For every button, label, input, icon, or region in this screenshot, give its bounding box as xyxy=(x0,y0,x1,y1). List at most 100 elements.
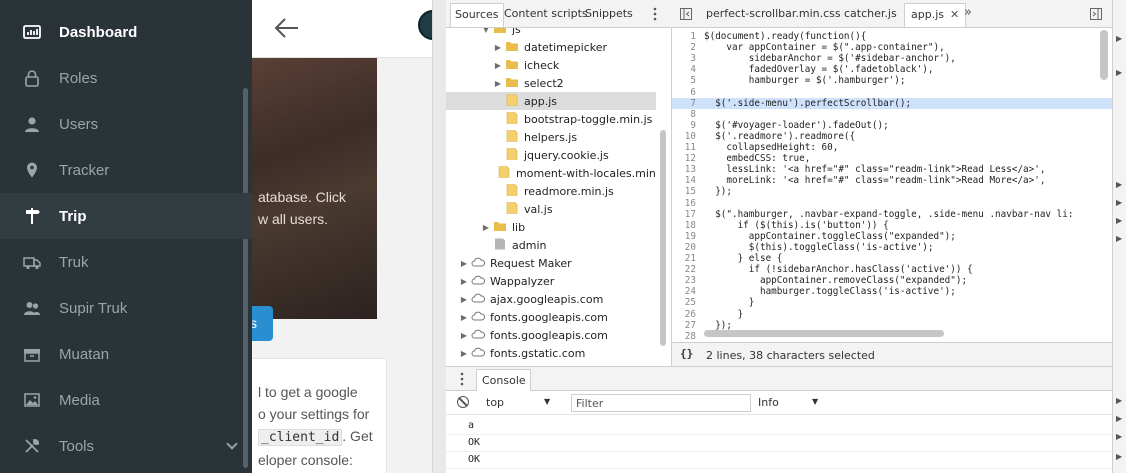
sidebar-item-media[interactable]: Media xyxy=(0,377,252,423)
code-line[interactable]: 9 $('#voyager-loader').fadeOut(); xyxy=(672,120,1112,131)
more-options-icon[interactable] xyxy=(653,7,657,21)
tree-item-folder[interactable]: ▶ lib xyxy=(446,218,656,236)
code-line[interactable]: 1 $(document).ready(function(){ xyxy=(672,31,1112,42)
tree-item-file[interactable]: jquery.cookie.js xyxy=(446,146,656,164)
sidebar-item-tools[interactable]: Tools xyxy=(0,423,252,469)
code-line[interactable]: 5 hamburger = $('.hamburger'); xyxy=(672,75,1112,86)
tree-item-domain[interactable]: ▶ fonts.gstatic.com xyxy=(446,344,656,362)
line-number[interactable]: 2 xyxy=(672,42,696,53)
sidebar-item-tracker[interactable]: Tracker xyxy=(0,147,252,193)
drawer-menu-icon[interactable] xyxy=(460,372,464,386)
line-number[interactable]: 10 xyxy=(672,131,696,142)
expand-arrow-icon[interactable]: ▶ xyxy=(1116,396,1122,405)
code-vertical-scrollbar[interactable] xyxy=(1100,30,1108,80)
tree-item-file[interactable]: bootstrap-toggle.min.js xyxy=(446,110,656,128)
expanded-arrow-icon[interactable]: ▼ xyxy=(482,28,490,34)
expand-arrow-icon[interactable]: ▶ xyxy=(1116,68,1122,77)
code-line[interactable]: 11 collapsedHeight: 60, xyxy=(672,142,1112,153)
avatar[interactable] xyxy=(418,10,432,40)
sidebar-item-roles[interactable]: Roles xyxy=(0,55,252,101)
line-number[interactable]: 12 xyxy=(672,153,696,164)
tree-item-file[interactable]: app.js xyxy=(446,92,656,110)
code-line[interactable]: 24 hamburger.toggleClass('is-active'); xyxy=(672,286,1112,297)
code-line[interactable]: 18 if ($(this).is('button')) { xyxy=(672,220,1112,231)
code-horizontal-scrollbar[interactable] xyxy=(704,330,944,337)
sidebar-item-truk[interactable]: Truk xyxy=(0,239,252,285)
expand-arrow-icon[interactable]: ▶ xyxy=(1116,452,1122,461)
collapsed-arrow-icon[interactable]: ▶ xyxy=(460,349,468,358)
collapsed-arrow-icon[interactable]: ▶ xyxy=(460,313,468,322)
caret-down-icon[interactable]: ▼ xyxy=(812,397,818,406)
context-select[interactable]: top xyxy=(486,396,504,409)
collapsed-arrow-icon[interactable]: ▶ xyxy=(482,223,490,232)
line-number[interactable]: 20 xyxy=(672,242,696,253)
tab-content-scripts[interactable]: Content scripts xyxy=(504,7,588,20)
line-number[interactable]: 24 xyxy=(672,286,696,297)
code-line[interactable]: 17 $(".hamburger, .navbar-expand-toggle,… xyxy=(672,209,1112,220)
back-arrow-icon[interactable] xyxy=(274,16,300,40)
tab-sources[interactable]: Sources xyxy=(450,3,504,27)
code-line[interactable]: 7 $('.side-menu').perfectScrollbar(); xyxy=(672,97,1112,109)
code-line[interactable]: 3 sidebarAnchor = $('#sidebar-anchor'), xyxy=(672,53,1112,64)
expand-arrow-icon[interactable]: ▶ xyxy=(1116,216,1122,225)
code-line[interactable]: 14 moreLink: '<a href="#" class="readm-l… xyxy=(672,175,1112,186)
line-number[interactable]: 16 xyxy=(672,198,696,209)
line-number[interactable]: 23 xyxy=(672,275,696,286)
expand-arrow-icon[interactable]: ▶ xyxy=(1116,432,1122,441)
line-number[interactable]: 5 xyxy=(672,75,696,86)
line-number[interactable]: 6 xyxy=(672,87,696,98)
tree-item-domain[interactable]: ▶ fonts.googleapis.com xyxy=(446,308,656,326)
hero-button[interactable]: s xyxy=(252,306,273,341)
line-number[interactable]: 21 xyxy=(672,253,696,264)
collapsed-arrow-icon[interactable]: ▶ xyxy=(494,79,502,88)
line-number[interactable]: 7 xyxy=(672,98,696,109)
tree-item-file[interactable]: admin xyxy=(446,236,656,254)
line-number[interactable]: 17 xyxy=(672,209,696,220)
tab-snippets[interactable]: Snippets xyxy=(585,7,633,20)
sidebar-item-trip[interactable]: Trip xyxy=(0,193,252,239)
close-tab-icon[interactable]: ✕ xyxy=(950,8,959,21)
code-line[interactable]: 10 $('.readmore').readmore({ xyxy=(672,131,1112,142)
clear-console-icon[interactable] xyxy=(457,396,469,408)
line-number[interactable]: 26 xyxy=(672,309,696,320)
code-line[interactable]: 2 var appContainer = $(".app-container")… xyxy=(672,42,1112,53)
more-tabs-icon[interactable]: » xyxy=(964,5,972,20)
code-line[interactable]: 25 } xyxy=(672,297,1112,308)
code-line[interactable]: 20 $(this).toggleClass('is-active'); xyxy=(672,242,1112,253)
sidebar-item-supir-truk[interactable]: Supir Truk xyxy=(0,285,252,331)
tree-scrollbar[interactable] xyxy=(660,130,666,346)
tree-item-domain[interactable]: ▶ Wappalyzer xyxy=(446,272,656,290)
tree-item-domain[interactable]: ▶ fonts.googleapis.com xyxy=(446,326,656,344)
code-line[interactable]: 4 fadedOverlay = $('.fadetoblack'), xyxy=(672,64,1112,75)
expand-arrow-icon[interactable]: ▶ xyxy=(1116,234,1122,243)
tree-item-folder[interactable]: ▶ datetimepicker xyxy=(446,38,656,56)
tree-item-file[interactable]: readmore.min.js xyxy=(446,182,656,200)
code-line[interactable]: 22 if (!sidebarAnchor.hasClass('active')… xyxy=(672,264,1112,275)
pretty-print-icon[interactable]: {} xyxy=(680,347,693,360)
tree-item-file[interactable]: val.js xyxy=(446,200,656,218)
line-number[interactable]: 19 xyxy=(672,231,696,242)
code-line[interactable]: 15 }); xyxy=(672,186,1112,197)
code-line[interactable]: 26 } xyxy=(672,309,1112,320)
sidebar-item-users[interactable]: Users xyxy=(0,101,252,147)
expand-arrow-icon[interactable]: ▶ xyxy=(1116,180,1122,189)
tree-item-domain[interactable]: ▶ ajax.googleapis.com xyxy=(446,290,656,308)
filter-input[interactable] xyxy=(571,394,751,412)
toggle-debugger-icon[interactable] xyxy=(1090,8,1102,20)
tree-item-folder[interactable]: ▶ icheck xyxy=(446,56,656,74)
line-number[interactable]: 15 xyxy=(672,186,696,197)
collapsed-arrow-icon[interactable]: ▶ xyxy=(494,43,502,52)
line-number[interactable]: 3 xyxy=(672,53,696,64)
code-line[interactable]: 13 lessLink: '<a href="#" class="readm-l… xyxy=(672,164,1112,175)
collapsed-arrow-icon[interactable]: ▶ xyxy=(460,295,468,304)
collapsed-arrow-icon[interactable]: ▶ xyxy=(460,331,468,340)
collapsed-arrow-icon[interactable]: ▶ xyxy=(494,61,502,70)
line-number[interactable]: 11 xyxy=(672,142,696,153)
sidebar-item-dashboard[interactable]: Dashboard xyxy=(0,9,252,55)
tree-item-file[interactable]: moment-with-locales.min.js xyxy=(446,164,656,182)
line-number[interactable]: 4 xyxy=(672,64,696,75)
log-level-select[interactable]: Info xyxy=(758,396,779,409)
collapsed-arrow-icon[interactable]: ▶ xyxy=(460,277,468,286)
expand-arrow-icon[interactable]: ▶ xyxy=(1116,34,1122,43)
line-number[interactable]: 8 xyxy=(672,109,696,120)
